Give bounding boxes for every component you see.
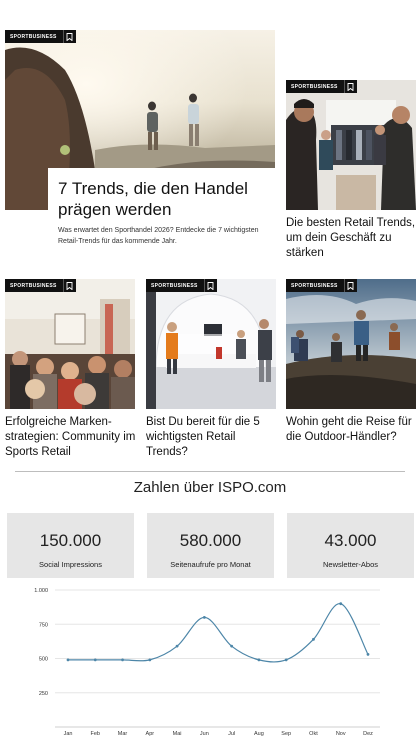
series-line (68, 603, 369, 663)
card-photo-outdoor (286, 279, 416, 409)
category-label: SPORTBUSINESS (10, 33, 57, 40)
article-image[interactable]: SPORTBUSINESS (286, 279, 416, 409)
category-label: SPORTBUSINESS (291, 282, 338, 289)
x-tick-label: Mai (173, 731, 182, 737)
side-article-title[interactable]: Die besten Retail Trends, um dein Geschä… (286, 216, 418, 261)
article-image[interactable]: SPORTBUSINESS (146, 279, 276, 409)
data-point (202, 616, 206, 619)
data-point (175, 644, 179, 648)
data-point (339, 602, 343, 606)
category-badge: SPORTBUSINESS (286, 80, 357, 93)
stat-value: 43.000 (324, 531, 377, 550)
stat-label: Newsletter-Abos (322, 560, 379, 569)
x-tick-label: Nov (336, 731, 346, 737)
bookmark-icon[interactable] (343, 279, 357, 292)
x-tick-label: Jul (228, 731, 235, 737)
category-label: SPORTBUSINESS (291, 83, 338, 90)
data-point (284, 658, 288, 662)
x-tick-label: Sep (281, 731, 291, 737)
category-label: SPORTBUSINESS (151, 282, 198, 289)
article-title[interactable]: Erfolgreiche Marken­strategien: Communit… (5, 415, 137, 460)
card-photo-community (5, 279, 135, 409)
bookmark-icon[interactable] (62, 30, 76, 43)
stat-value: 580.000 (179, 531, 242, 550)
category-badge: SPORTBUSINESS (146, 279, 217, 292)
bookmark-icon[interactable] (62, 279, 76, 292)
stat-box: 43.000 Newsletter-Abos (287, 513, 414, 578)
stats-heading: Zahlen über ISPO.com (133, 479, 287, 496)
x-tick-label: Apr (146, 731, 155, 737)
hero-title[interactable]: 7 Trends, die den Handel prägen werden (58, 178, 270, 220)
data-point (230, 644, 234, 648)
card-photo-retail (146, 279, 276, 409)
data-point (66, 658, 70, 662)
data-point (148, 658, 152, 662)
x-tick-label: Mar (118, 731, 128, 737)
data-point (366, 652, 370, 656)
x-tick-label: Okt (309, 731, 318, 737)
stat-box: 150.000 Social Impressions (7, 513, 134, 578)
side-article-image[interactable]: SPORTBUSINESS (286, 80, 416, 210)
data-point (312, 637, 315, 641)
stat-label: Seitenaufrufe pro Monat (170, 560, 251, 569)
category-badge: SPORTBUSINESS (286, 279, 357, 292)
article-image[interactable]: SPORTBUSINESS (5, 279, 135, 409)
data-point (93, 658, 97, 662)
stat-label: Social Impressions (39, 560, 102, 569)
x-tick-label: Aug (254, 731, 264, 737)
y-tick-label: 500 (39, 657, 48, 663)
side-photo (286, 80, 416, 210)
bookmark-icon[interactable] (203, 279, 217, 292)
data-point (257, 658, 261, 662)
category-label: SPORTBUSINESS (10, 282, 57, 289)
category-badge: SPORTBUSINESS (5, 279, 76, 292)
article-title[interactable]: Wohin geht die Reise für die Outdoor-Hän… (286, 415, 418, 445)
stat-value: 150.000 (39, 531, 102, 550)
data-point (121, 658, 124, 662)
y-tick-label: 750 (39, 622, 48, 628)
traffic-line-chart: 250 500 750 1.000 Jan Feb Mar Apr Mai Jun Jul Aug Se… (34, 588, 380, 737)
x-tick-label: Dez (363, 731, 373, 737)
hero-description: Was erwartet den Sporthandel 2026? Entde… (58, 227, 259, 245)
hero-text-box: 7 Trends, die den Handel prägen werden W… (48, 168, 280, 260)
stat-box: 580.000 Seitenaufrufe pro Monat (147, 513, 274, 578)
bookmark-icon[interactable] (343, 80, 357, 93)
x-tick-label: Jun (200, 731, 209, 737)
section-divider (15, 471, 405, 472)
x-tick-label: Jan (64, 731, 73, 737)
article-title[interactable]: Bist Du bereit für die 5 wichtigsten Ret… (146, 415, 278, 460)
y-tick-label: 250 (39, 691, 48, 697)
x-tick-label: Feb (91, 731, 100, 737)
category-badge: SPORTBUSINESS (5, 30, 76, 43)
y-tick-label: 1.000 (34, 588, 48, 594)
